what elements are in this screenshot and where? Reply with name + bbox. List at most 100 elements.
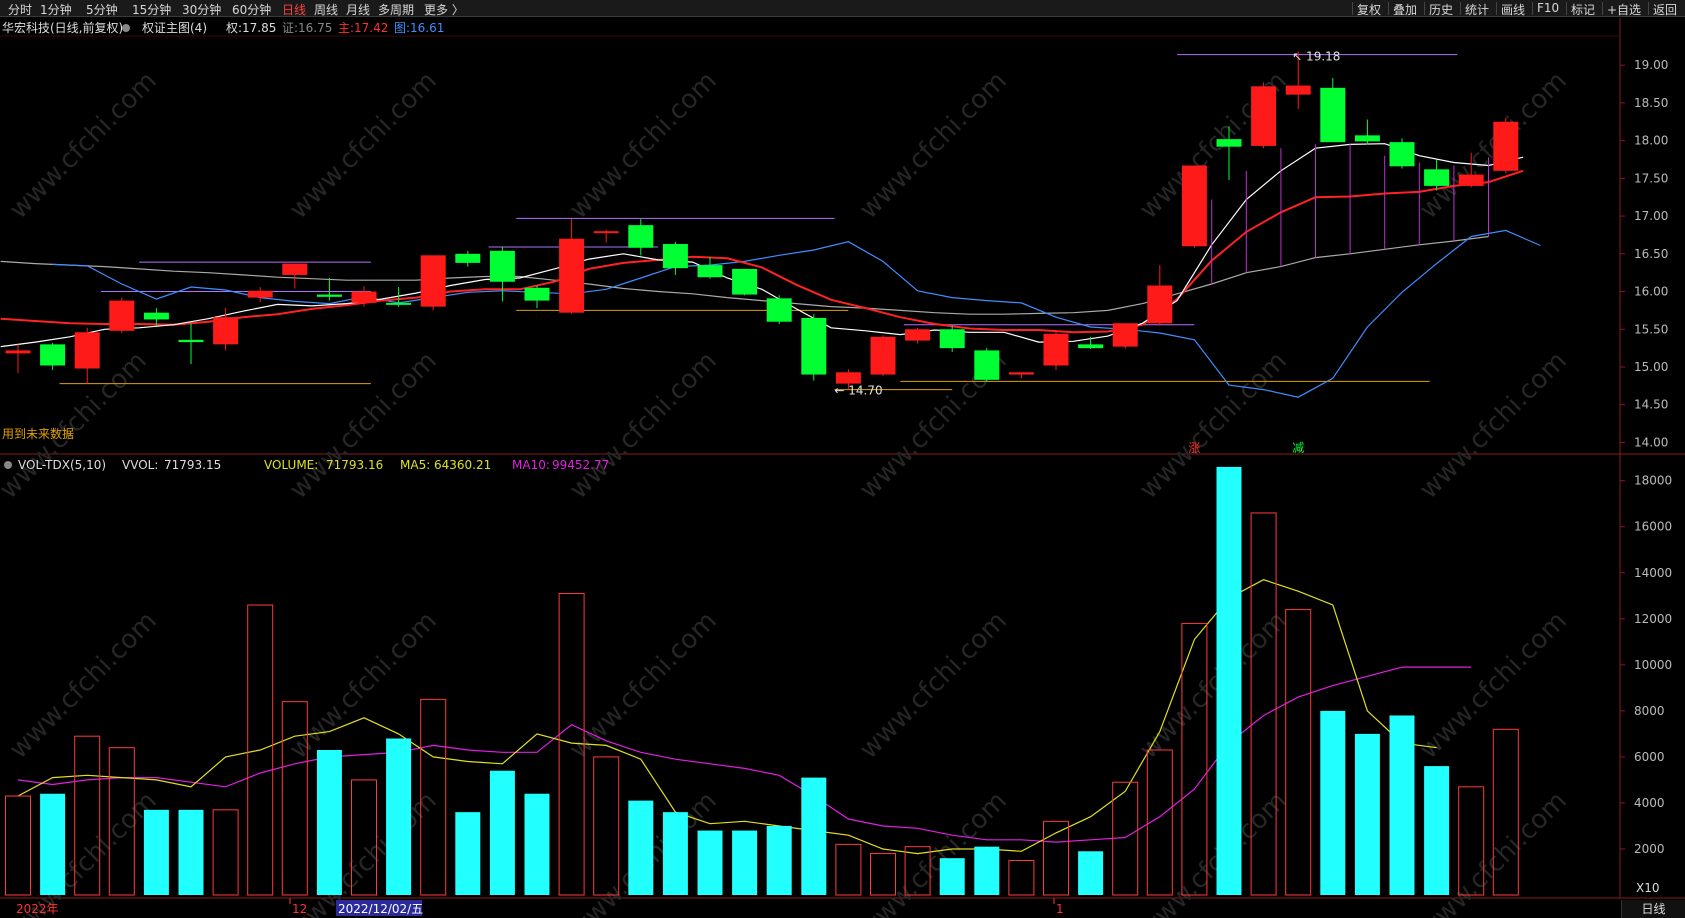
candle-body bbox=[835, 372, 861, 384]
high-price-label: ↖ 19.18 bbox=[1292, 50, 1340, 64]
tool-button-8[interactable]: 返回 bbox=[1653, 1, 1677, 18]
price-tick-label: 17.50 bbox=[1634, 171, 1668, 185]
period-tab-0[interactable]: 分时 bbox=[8, 1, 32, 18]
candle-body bbox=[1181, 165, 1207, 247]
tu-label: 图: bbox=[394, 21, 410, 35]
period-tab-7[interactable]: 周线 bbox=[314, 1, 338, 18]
vol-indicator-name: VOL-TDX(5,10) bbox=[18, 458, 106, 472]
price-tick-label: 16.50 bbox=[1634, 247, 1668, 261]
volume-bar bbox=[40, 793, 66, 895]
price-tick-label: 18.50 bbox=[1634, 96, 1668, 110]
vvol-label: VVOL: bbox=[122, 458, 158, 472]
volume-bar bbox=[1424, 766, 1450, 895]
volume-tick-label: 4000 bbox=[1634, 796, 1665, 810]
zhang-marker: 涨 bbox=[1188, 440, 1200, 455]
candle-body bbox=[1458, 174, 1484, 186]
zhu-label: 主: bbox=[338, 21, 354, 35]
candle-body bbox=[316, 294, 342, 297]
indicator-name: 权证主图(4) bbox=[142, 21, 207, 35]
volume-bar bbox=[662, 812, 688, 895]
candle-body bbox=[213, 317, 239, 345]
candle-body bbox=[5, 350, 31, 354]
tool-button-3[interactable]: 统计 bbox=[1465, 1, 1489, 18]
toolbar-separator bbox=[1648, 2, 1649, 15]
volume-bar bbox=[386, 738, 412, 895]
candle-body bbox=[1008, 372, 1034, 375]
tu-value: 16.61 bbox=[410, 21, 444, 35]
volume-bar bbox=[766, 825, 792, 895]
volume-bar bbox=[489, 770, 515, 895]
candle-body bbox=[386, 302, 412, 305]
candle-body bbox=[1389, 142, 1415, 167]
price-tick-label: 18.00 bbox=[1634, 134, 1668, 148]
candle-body bbox=[1078, 344, 1104, 349]
price-tick-label: 14.00 bbox=[1634, 435, 1668, 449]
toolbar-separator bbox=[1566, 2, 1567, 15]
candle-body bbox=[74, 332, 100, 369]
tool-button-4[interactable]: 画线 bbox=[1501, 1, 1525, 18]
vol-ma10-value: 99452.77 bbox=[552, 458, 609, 472]
tool-button-7[interactable]: +自选 bbox=[1607, 1, 1641, 18]
candle-body bbox=[40, 344, 66, 366]
candle-body bbox=[1216, 139, 1242, 147]
period-tab-2[interactable]: 5分钟 bbox=[86, 1, 118, 18]
jian-marker: 减 bbox=[1292, 441, 1304, 455]
scale-indicator: X10 bbox=[1636, 881, 1660, 895]
tool-button-0[interactable]: 复权 bbox=[1357, 1, 1381, 18]
period-toolbar: 分时 1分钟 5分钟 15分钟 30分钟 60分钟 日线 周线 月线 多周期 更多 〉 返回 +自选 标记… bbox=[0, 0, 1685, 17]
volume-bar bbox=[628, 800, 654, 895]
tool-button-5[interactable]: F10 bbox=[1537, 1, 1559, 15]
volume-tick-label: 12000 bbox=[1634, 612, 1672, 626]
candle-body bbox=[109, 300, 135, 331]
candle-body bbox=[1320, 87, 1346, 143]
date-month-12: 12 bbox=[292, 902, 307, 916]
candle-body bbox=[1251, 86, 1277, 146]
candle-body bbox=[524, 287, 550, 301]
volume-bar bbox=[939, 858, 965, 895]
date-cursor-label: 2022/12/02/五 bbox=[338, 902, 423, 916]
period-tab-9[interactable]: 多周期 bbox=[378, 1, 414, 18]
zheng-value: 16.75 bbox=[298, 21, 332, 35]
tool-button-2[interactable]: 历史 bbox=[1429, 1, 1453, 18]
tool-button-1[interactable]: 叠加 bbox=[1393, 1, 1417, 18]
price-tick-label: 17.00 bbox=[1634, 209, 1668, 223]
date-year-label: 2022年 bbox=[16, 902, 59, 916]
candle-body bbox=[870, 336, 896, 375]
volume-bar bbox=[178, 809, 204, 895]
period-tab-1[interactable]: 1分钟 bbox=[40, 1, 72, 18]
period-tab-5[interactable]: 60分钟 bbox=[232, 1, 271, 18]
price-tick-label: 15.50 bbox=[1634, 322, 1668, 336]
candle-body bbox=[1424, 169, 1450, 186]
vol-ma5-value: 64360.21 bbox=[434, 458, 491, 472]
volume-tick-label: 18000 bbox=[1634, 474, 1672, 488]
candle-body bbox=[1043, 333, 1069, 366]
volume-tick-label: 6000 bbox=[1634, 750, 1665, 764]
vvol-value: 71793.15 bbox=[164, 458, 221, 472]
period-tab-6[interactable]: 日线 bbox=[282, 1, 306, 18]
volume-tick-label: 10000 bbox=[1634, 658, 1672, 672]
toolbar-separator bbox=[1352, 2, 1353, 15]
volume-bar bbox=[1216, 466, 1242, 895]
candle-body bbox=[732, 268, 758, 295]
zhu-value: 17.42 bbox=[354, 21, 388, 35]
tool-button-6[interactable]: 标记 bbox=[1571, 1, 1595, 18]
candle-body bbox=[178, 339, 204, 343]
volume-bar bbox=[1320, 710, 1346, 895]
period-tab-3[interactable]: 15分钟 bbox=[132, 1, 171, 18]
vol-ma10-label: MA10: bbox=[512, 458, 550, 472]
volume-bar bbox=[1078, 851, 1104, 895]
price-tick-label: 14.50 bbox=[1634, 398, 1668, 412]
period-tab-10[interactable]: 更多 〉 bbox=[424, 1, 464, 18]
volume-value: 71793.16 bbox=[326, 458, 383, 472]
period-tab-8[interactable]: 月线 bbox=[346, 1, 370, 18]
candle-body bbox=[143, 312, 169, 320]
price-tick-label: 15.00 bbox=[1634, 360, 1668, 374]
period-status: 日线 bbox=[1621, 900, 1685, 918]
candle-body bbox=[628, 225, 654, 248]
volume-bar bbox=[732, 830, 758, 895]
toolbar-separator bbox=[1460, 2, 1461, 15]
low-price-label: ← 14.70 bbox=[834, 384, 882, 398]
period-tab-4[interactable]: 30分钟 bbox=[182, 1, 221, 18]
candle-body bbox=[1285, 85, 1311, 95]
candle-body bbox=[905, 329, 931, 341]
